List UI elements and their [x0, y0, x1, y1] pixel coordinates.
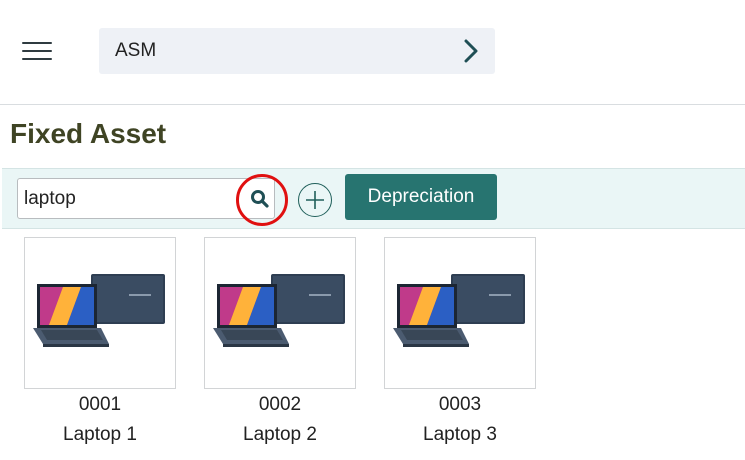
- asset-name: Laptop 2: [243, 424, 317, 445]
- chevron-right-icon: [464, 39, 478, 63]
- hamburger-menu-icon[interactable]: [22, 40, 54, 62]
- header-divider: [0, 104, 745, 105]
- asset-card[interactable]: 0001 Laptop 1: [24, 237, 176, 446]
- laptop-image: [393, 274, 525, 347]
- asset-name: Laptop 1: [63, 424, 137, 445]
- search-box: [17, 174, 288, 226]
- top-bar: ASM: [0, 0, 745, 104]
- page-title: Fixed Asset: [10, 118, 167, 149]
- search-button[interactable]: [236, 174, 288, 226]
- asset-thumbnail: [204, 237, 356, 389]
- asset-thumbnail: [384, 237, 536, 389]
- asset-code: 0001: [78, 394, 122, 415]
- toolbar: Depreciation: [2, 168, 745, 229]
- asset-card[interactable]: 0002 Laptop 2: [204, 237, 356, 446]
- plus-icon: [306, 191, 324, 209]
- module-selector[interactable]: ASM: [99, 28, 495, 74]
- asset-thumbnail: [24, 237, 176, 389]
- depreciation-button[interactable]: Depreciation: [345, 174, 497, 220]
- asset-card[interactable]: 0003 Laptop 3: [384, 237, 536, 446]
- search-input[interactable]: [24, 184, 224, 214]
- asset-name: Laptop 3: [423, 424, 497, 445]
- laptop-image: [213, 274, 345, 347]
- add-asset-button[interactable]: [298, 183, 332, 217]
- module-label: ASM: [115, 40, 157, 61]
- search-icon: [251, 190, 269, 208]
- laptop-image: [33, 274, 165, 347]
- asset-code: 0002: [258, 394, 302, 415]
- asset-code: 0003: [438, 394, 482, 415]
